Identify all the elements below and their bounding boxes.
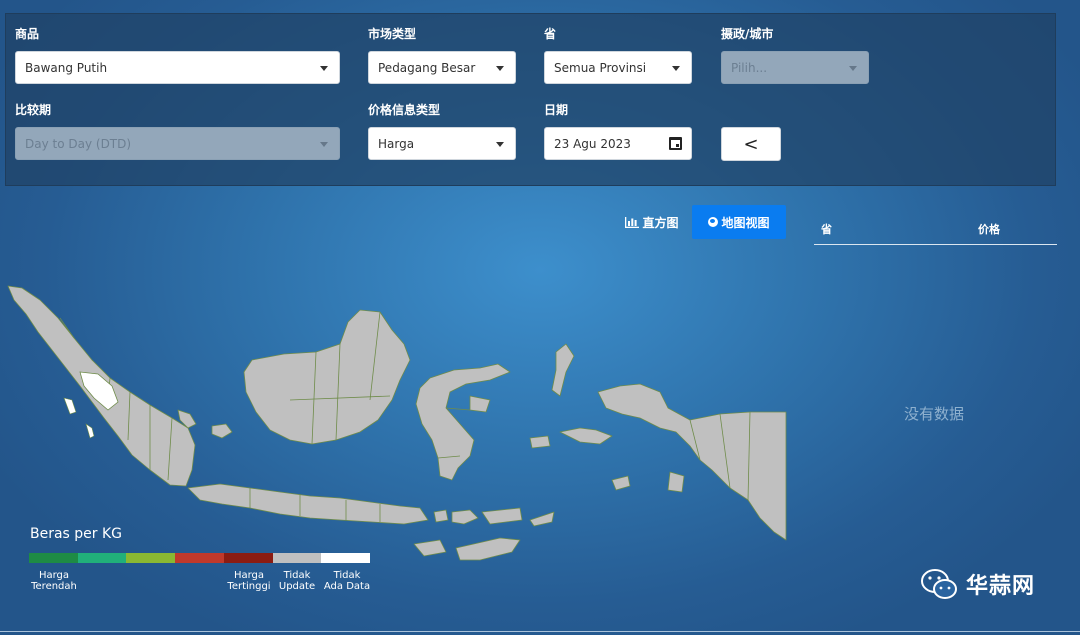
wechat-icon bbox=[921, 569, 957, 599]
date-label: 日期 bbox=[544, 103, 569, 117]
commodity-value: Bawang Putih bbox=[25, 60, 108, 75]
legend-swatch bbox=[321, 553, 371, 563]
globe-icon bbox=[708, 217, 719, 227]
filter-panel bbox=[5, 13, 1056, 186]
market-type-value: Pedagang Besar bbox=[378, 60, 476, 75]
regency-label: 摄政/城市 bbox=[721, 27, 774, 41]
back-button[interactable]: < bbox=[721, 127, 781, 161]
legend-swatch bbox=[29, 553, 78, 563]
map-region-java bbox=[187, 483, 429, 525]
market-type-label: 市场类型 bbox=[368, 27, 417, 41]
map-view-button[interactable]: 地图视图 bbox=[692, 205, 786, 239]
legend-swatch bbox=[77, 553, 127, 563]
map-view-label: 地图视图 bbox=[721, 215, 770, 230]
compare-period-label: 比较期 bbox=[15, 103, 52, 117]
legend-label-highest: Harga Tertinggi bbox=[227, 570, 271, 592]
price-info-type-value: Harga bbox=[378, 136, 415, 151]
regency-select[interactable]: Pilih... bbox=[721, 51, 869, 84]
chevron-down-icon bbox=[849, 66, 857, 71]
legend-label-no-data: Tidak Ada Data bbox=[323, 570, 371, 592]
histogram-view-label: 直方图 bbox=[642, 215, 679, 230]
empty-table-message: 没有数据 bbox=[904, 405, 965, 423]
province-label: 省 bbox=[544, 27, 557, 41]
legend-swatch bbox=[175, 553, 224, 563]
date-value: 23 Agu 2023 bbox=[554, 136, 631, 151]
histogram-view-button[interactable]: 直方图 bbox=[617, 206, 687, 238]
bottom-divider bbox=[0, 631, 1080, 632]
watermark-text: 华蒜网 bbox=[966, 574, 1036, 599]
province-select[interactable]: Semua Provinsi bbox=[544, 51, 692, 84]
chevron-down-icon bbox=[320, 66, 328, 71]
chevron-down-icon bbox=[496, 66, 504, 71]
legend-label-lowest: Harga Terendah bbox=[31, 570, 77, 592]
column-header-province[interactable]: 省 bbox=[821, 221, 832, 237]
chevron-down-icon bbox=[672, 66, 680, 71]
price-table-header: 省 价格 bbox=[814, 210, 1057, 245]
province-value: Semua Provinsi bbox=[554, 60, 647, 75]
market-type-select[interactable]: Pedagang Besar bbox=[368, 51, 516, 84]
commodity-select[interactable]: Bawang Putih bbox=[15, 51, 340, 84]
compare-period-value: Day to Day (DTD) bbox=[25, 136, 132, 151]
watermark: 华蒜网 bbox=[920, 568, 1035, 600]
legend-swatch bbox=[223, 553, 273, 563]
legend-swatch bbox=[126, 553, 176, 563]
commodity-label: 商品 bbox=[15, 27, 40, 41]
chevron-down-icon bbox=[320, 142, 328, 147]
bar-chart-icon bbox=[625, 216, 640, 228]
price-info-type-select[interactable]: Harga bbox=[368, 127, 516, 160]
legend-title: Beras per KG bbox=[30, 526, 123, 542]
map-region-kalimantan bbox=[243, 309, 411, 445]
legend-label-not-updated: Tidak Update bbox=[278, 570, 316, 592]
chevron-left-icon: < bbox=[743, 133, 759, 155]
calendar-icon[interactable] bbox=[669, 137, 682, 150]
map-region-sulawesi bbox=[415, 363, 511, 481]
price-info-type-label: 价格信息类型 bbox=[368, 103, 441, 117]
legend-color-scale bbox=[29, 553, 371, 563]
map-region-papua bbox=[597, 383, 787, 541]
date-input[interactable]: 23 Agu 2023 bbox=[544, 127, 692, 160]
compare-period-select[interactable]: Day to Day (DTD) bbox=[15, 127, 340, 160]
map-region-mentawai bbox=[63, 397, 95, 439]
regency-placeholder: Pilih... bbox=[731, 60, 768, 75]
legend-swatch bbox=[272, 553, 322, 563]
chevron-down-icon bbox=[496, 142, 504, 147]
column-header-price[interactable]: 价格 bbox=[978, 221, 1000, 237]
